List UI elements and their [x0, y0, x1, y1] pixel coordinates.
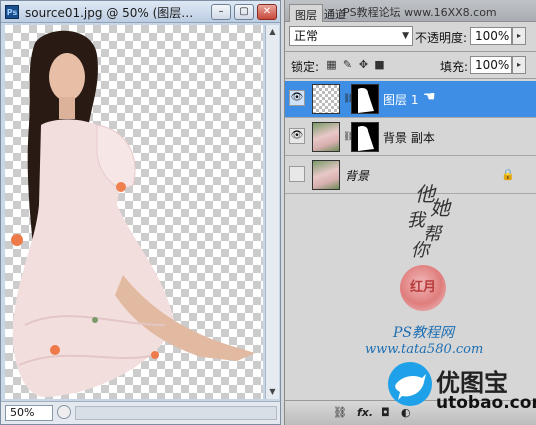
- minimize-button[interactable]: –: [211, 4, 231, 20]
- document-titlebar[interactable]: Ps source01.jpg @ 50% (图层… – ▢ ✕: [1, 1, 280, 23]
- horizontal-scrollbar[interactable]: [75, 406, 277, 420]
- visibility-eye-icon[interactable]: 👁: [289, 128, 305, 144]
- lock-all-icon[interactable]: ■: [373, 58, 386, 71]
- layer-row-2[interactable]: 👁 ⛓ 背景 副本: [285, 119, 536, 156]
- brand-url: utobao.com: [436, 393, 536, 413]
- scroll-down-icon[interactable]: ▼: [268, 387, 277, 396]
- layer-thumbnail: [312, 84, 340, 114]
- tab-layers[interactable]: 图层: [289, 4, 323, 22]
- lock-position-icon[interactable]: ✥: [357, 58, 370, 71]
- lock-transparency-icon[interactable]: ▦: [325, 58, 338, 71]
- layer-thumbnail: [312, 122, 340, 152]
- divider: [285, 51, 536, 52]
- close-button[interactable]: ✕: [257, 4, 277, 20]
- link-chain-icon[interactable]: ⛓: [343, 132, 354, 142]
- header-watermark: PS教程论坛 www.16XX8.com: [343, 6, 497, 19]
- layer-thumbnail: [312, 160, 340, 190]
- vertical-scrollbar[interactable]: ▲ ▼: [265, 25, 279, 399]
- opacity-slider-icon[interactable]: ▸: [512, 27, 526, 45]
- layer-mask-thumbnail[interactable]: [351, 84, 379, 114]
- layer-row-3[interactable]: 👁 背景 🔒: [285, 157, 536, 194]
- status-info-icon[interactable]: [57, 405, 71, 419]
- document-window: Ps source01.jpg @ 50% (图层… – ▢ ✕ ▲ ▼ 50%: [0, 0, 281, 425]
- layer-row-1[interactable]: 👁 ⛓ 图层 1 ☚: [285, 81, 536, 118]
- watermark-url: www.tata580.com: [365, 342, 484, 357]
- red-seal-stamp: 红月: [400, 265, 446, 311]
- scroll-up-icon[interactable]: ▲: [268, 27, 277, 36]
- watermark-text: PS教程网: [393, 325, 455, 341]
- document-title: source01.jpg @ 50% (图层…: [25, 6, 194, 20]
- link-chain-icon[interactable]: ⛓: [343, 94, 354, 104]
- visibility-eye-icon[interactable]: 👁: [289, 166, 305, 182]
- chevron-down-icon: ▼: [402, 31, 409, 41]
- calligraphy-char: 你: [411, 240, 429, 261]
- layer-name[interactable]: 背景 副本: [383, 129, 435, 146]
- link-layers-icon[interactable]: ⛓: [333, 406, 347, 419]
- lock-icon: 🔒: [501, 168, 515, 181]
- calligraphy-char: 她: [430, 196, 450, 220]
- lock-label: 锁定:: [291, 60, 320, 74]
- zoom-field[interactable]: 50%: [5, 405, 53, 421]
- layer-mask-thumbnail[interactable]: [351, 122, 379, 152]
- adjustment-layer-icon[interactable]: ◐: [401, 406, 411, 419]
- divider: [285, 78, 536, 79]
- hand-cursor-icon: ☚: [423, 89, 436, 105]
- fill-label: 填充:: [440, 60, 469, 74]
- add-mask-icon[interactable]: ◘: [381, 406, 390, 419]
- document-statusbar: 50%: [1, 401, 280, 424]
- opacity-input[interactable]: 100%: [470, 27, 512, 45]
- canvas[interactable]: [5, 25, 263, 399]
- restore-button[interactable]: ▢: [234, 4, 254, 20]
- visibility-eye-icon[interactable]: 👁: [289, 90, 305, 106]
- bird-logo-icon: [388, 362, 432, 406]
- photoshop-app-icon: Ps: [5, 5, 19, 19]
- woman-photo-cutout: [11, 30, 255, 397]
- opacity-label: 不透明度:: [415, 31, 468, 45]
- fill-slider-icon[interactable]: ▸: [512, 56, 526, 74]
- fx-icon[interactable]: fx.: [357, 406, 373, 419]
- blend-mode-select[interactable]: 正常 ▼: [289, 26, 413, 46]
- layer-name[interactable]: 图层 1: [383, 91, 418, 108]
- lock-pixels-icon[interactable]: ✎: [341, 58, 354, 71]
- blend-mode-value: 正常: [294, 29, 319, 43]
- layer-name[interactable]: 背景: [345, 167, 369, 184]
- panel-tabbar: 图层 通道 PS教程论坛 www.16XX8.com: [285, 0, 536, 22]
- fill-input[interactable]: 100%: [470, 56, 512, 74]
